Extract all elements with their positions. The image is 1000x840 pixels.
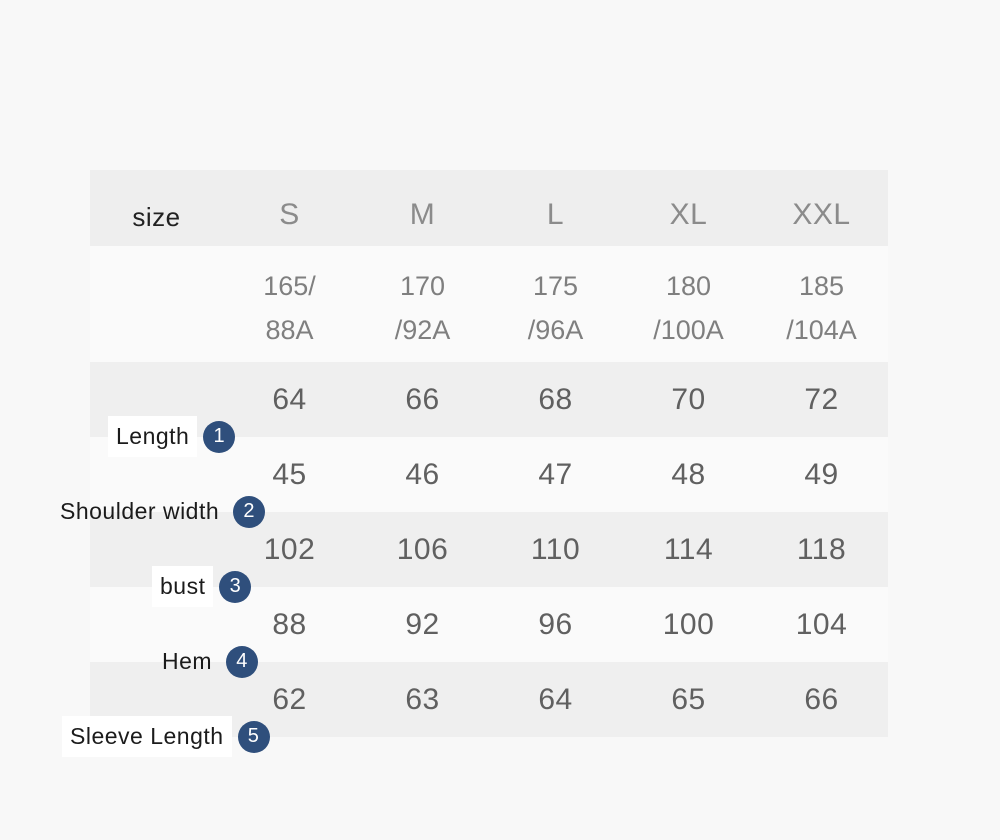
row-label-group-shoulder-width: Shoulder width 2 (52, 489, 266, 535)
cell-sleeve-length-m: 63 (405, 682, 440, 716)
size-chart-page: size S M L XL XXL 165/ 88A 170 /92A 175 … (0, 0, 1000, 840)
subheader-code-xxl-line1: 185 (798, 271, 845, 301)
cell-shoulder-width-xl: 48 (671, 457, 706, 491)
header-size-xl: XL (669, 198, 708, 231)
row-label-bust: bust (152, 566, 214, 607)
header-size-m: M (409, 198, 436, 231)
cell-hem-m: 92 (405, 607, 440, 641)
cell-length-xxl: 72 (804, 382, 839, 416)
subheader-code-m: 170 /92A (356, 246, 489, 362)
header-size-l: L (546, 198, 565, 231)
table-row: Length 1 64 66 68 70 72 (90, 362, 888, 457)
subheader-code-s-line1: 165/ (263, 271, 316, 301)
row-badge-4: 4 (226, 645, 259, 678)
row-badge-3: 3 (219, 570, 252, 603)
subheader-code-xl-line2: /100A (653, 315, 724, 345)
subheader-code-xxl: 185 /104A (755, 246, 888, 362)
row-label-group-bust: bust 3 (152, 564, 252, 610)
subheader-code-l-line2: /96A (527, 315, 584, 345)
row-badge-5: 5 (237, 720, 270, 753)
cell-sleeve-length-xxl: 66 (804, 682, 839, 716)
cell-hem-xl: 100 (662, 607, 715, 641)
cell-bust-l: 110 (530, 532, 581, 566)
cell-hem-s: 88 (272, 607, 307, 641)
size-chart-table: size S M L XL XXL 165/ 88A 170 /92A 175 … (60, 170, 888, 757)
row-badge-2: 2 (233, 495, 266, 528)
subheader-code-s-line2: 88A (265, 315, 314, 345)
subheader-spacer (90, 246, 223, 362)
subheader-code-s: 165/ 88A (223, 246, 356, 362)
cell-shoulder-width-s: 45 (272, 457, 307, 491)
header-size-label: size (132, 202, 181, 232)
row-label-group-length: Length 1 (108, 414, 236, 460)
row-badge-1: 1 (203, 420, 236, 453)
cell-length-s: 64 (272, 382, 307, 416)
cell-bust-xl: 114 (663, 532, 714, 566)
row-label-group-hem: Hem 4 (154, 639, 259, 685)
cell-shoulder-width-xxl: 49 (804, 457, 839, 491)
row-label-group-sleeve-length: Sleeve Length 5 (62, 714, 270, 760)
cell-length-xl: 70 (671, 382, 706, 416)
row-label-shoulder-width: Shoulder width (60, 498, 220, 524)
cell-shoulder-width-l: 47 (538, 457, 573, 491)
cell-sleeve-length-l: 64 (538, 682, 573, 716)
subheader-code-xl-line1: 180 (665, 271, 712, 301)
header-size-s: S (279, 198, 300, 231)
subheader-code-m-line1: 170 (399, 271, 446, 301)
cell-hem-xxl: 104 (795, 607, 848, 641)
table-header-row: size S M L XL XXL (90, 170, 888, 246)
cell-bust-xxl: 118 (796, 532, 847, 566)
row-label-hem: Hem (162, 648, 213, 674)
cell-bust-m: 106 (396, 532, 449, 566)
subheader-code-m-line2: /92A (394, 315, 451, 345)
header-size-xxl: XXL (792, 198, 851, 231)
cell-sleeve-length-s: 62 (272, 682, 307, 716)
cell-shoulder-width-m: 46 (405, 457, 440, 491)
subheader-code-xl: 180 /100A (622, 246, 755, 362)
cell-length-l: 68 (538, 382, 573, 416)
subheader-code-l-line1: 175 (532, 271, 579, 301)
cell-length-m: 66 (405, 382, 440, 416)
row-label-sleeve-length: Sleeve Length (62, 716, 232, 757)
subheader-code-l: 175 /96A (489, 246, 622, 362)
row-label-length: Length (108, 416, 198, 457)
cell-bust-s: 102 (263, 532, 316, 566)
cell-hem-l: 96 (538, 607, 573, 641)
cell-sleeve-length-xl: 65 (671, 682, 706, 716)
table-subheader-row: 165/ 88A 170 /92A 175 /96A 180 /100A 185… (90, 246, 888, 362)
subheader-code-xxl-line2: /104A (786, 315, 857, 345)
